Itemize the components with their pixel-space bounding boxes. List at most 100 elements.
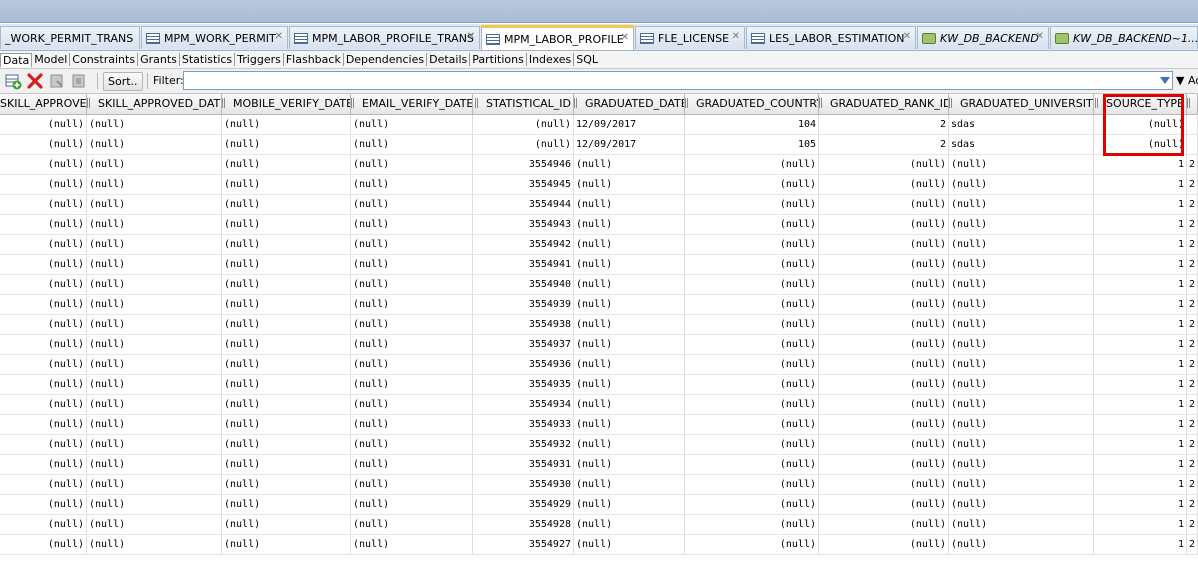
table-cell[interactable]: 3554927 — [473, 535, 574, 554]
table-cell[interactable]: (null) — [0, 135, 87, 154]
table-cell[interactable]: 2 — [1187, 335, 1198, 354]
table-cell[interactable]: (null) — [0, 375, 87, 394]
table-cell[interactable]: (null) — [222, 395, 351, 414]
table-cell[interactable]: 1 — [1094, 335, 1187, 354]
subtab-triggers[interactable]: Triggers — [235, 53, 284, 66]
table-cell[interactable]: (null) — [819, 235, 949, 254]
table-cell[interactable]: (null) — [222, 355, 351, 374]
table-cell[interactable]: (null) — [222, 375, 351, 394]
table-cell[interactable]: (null) — [1094, 135, 1187, 154]
table-cell[interactable]: (null) — [574, 175, 685, 194]
table-cell[interactable]: (null) — [574, 275, 685, 294]
table-cell[interactable]: 2 — [1187, 295, 1198, 314]
table-cell[interactable]: (null) — [574, 255, 685, 274]
table-row[interactable]: (null) (null) (null) (null) 3554940 (null) (nu… — [0, 275, 1198, 295]
table-cell[interactable]: (null) — [819, 415, 949, 434]
column-header[interactable] — [1187, 94, 1198, 114]
table-cell[interactable]: (null) — [87, 435, 222, 454]
table-row[interactable]: (null) (null) (null) (null) 3554929 (null) (nu… — [0, 495, 1198, 515]
table-row[interactable]: (null) (null) (null) (null) 3554936 (null) (nu… — [0, 355, 1198, 375]
table-cell[interactable]: 104 — [685, 115, 819, 134]
table-cell[interactable]: 3554929 — [473, 495, 574, 514]
table-cell[interactable]: (null) — [574, 475, 685, 494]
column-header[interactable]: MOBILE_VERIFY_DATE — [222, 94, 351, 114]
table-cell[interactable]: (null) — [351, 195, 473, 214]
table-cell[interactable]: 2 — [1187, 395, 1198, 414]
table-cell[interactable]: (null) — [87, 235, 222, 254]
table-cell[interactable]: (null) — [574, 295, 685, 314]
table-cell[interactable]: (null) — [0, 435, 87, 454]
table-cell[interactable]: (null) — [685, 255, 819, 274]
table-cell[interactable]: 3554943 — [473, 215, 574, 234]
table-cell[interactable]: (null) — [949, 215, 1094, 234]
table-cell[interactable]: (null) — [574, 335, 685, 354]
table-cell[interactable]: (null) — [222, 535, 351, 554]
table-cell[interactable]: (null) — [685, 455, 819, 474]
table-cell[interactable]: (null) — [949, 155, 1094, 174]
table-cell[interactable]: (null) — [351, 135, 473, 154]
table-cell[interactable]: 3554942 — [473, 235, 574, 254]
subtab-sql[interactable]: SQL — [574, 53, 600, 66]
table-row[interactable]: (null) (null) (null) (null) 3554933 (null) (nu… — [0, 415, 1198, 435]
table-cell[interactable]: (null) — [0, 455, 87, 474]
table-cell[interactable]: 2 — [1187, 235, 1198, 254]
table-cell[interactable]: (null) — [351, 395, 473, 414]
table-cell[interactable]: (null) — [351, 435, 473, 454]
table-cell[interactable]: (null) — [574, 435, 685, 454]
table-cell[interactable]: 1 — [1094, 315, 1187, 334]
table-cell[interactable]: 1 — [1094, 415, 1187, 434]
table-cell[interactable]: (null) — [1094, 115, 1187, 134]
table-cell[interactable]: 2 — [1187, 175, 1198, 194]
table-cell[interactable]: (null) — [473, 135, 574, 154]
table-cell[interactable]: (null) — [222, 195, 351, 214]
table-cell[interactable]: 1 — [1094, 175, 1187, 194]
table-cell[interactable]: 1 — [1094, 535, 1187, 554]
table-cell[interactable]: (null) — [949, 195, 1094, 214]
table-cell[interactable]: (null) — [222, 155, 351, 174]
table-cell[interactable]: (null) — [949, 275, 1094, 294]
table-cell[interactable]: (null) — [949, 535, 1094, 554]
table-cell[interactable]: (null) — [351, 175, 473, 194]
table-cell[interactable]: 2 — [1187, 215, 1198, 234]
table-row[interactable]: (null) (null) (null) (null) 3554928 (null) (nu… — [0, 515, 1198, 535]
table-row[interactable]: (null) (null) (null) (null) 3554941 (null) (nu… — [0, 255, 1198, 275]
table-cell[interactable]: (null) — [0, 495, 87, 514]
table-cell[interactable]: (null) — [222, 275, 351, 294]
table-row[interactable]: (null) (null) (null) (null) 3554937 (null) (nu… — [0, 335, 1198, 355]
table-cell[interactable]: 2 — [819, 135, 949, 154]
table-row[interactable]: (null) (null) (null) (null) 3554934 (null) (nu… — [0, 395, 1198, 415]
close-icon[interactable]: ✕ — [1036, 31, 1044, 42]
table-cell[interactable]: (null) — [351, 255, 473, 274]
table-cell[interactable]: 3554935 — [473, 375, 574, 394]
table-cell[interactable]: (null) — [0, 475, 87, 494]
table-cell[interactable]: 1 — [1094, 295, 1187, 314]
table-cell[interactable]: (null) — [685, 515, 819, 534]
table-cell[interactable]: 2 — [1187, 435, 1198, 454]
table-cell[interactable]: (null) — [351, 355, 473, 374]
table-cell[interactable]: (null) — [685, 215, 819, 234]
table-cell[interactable]: (null) — [819, 175, 949, 194]
table-cell[interactable]: (null) — [351, 415, 473, 434]
table-cell[interactable]: 3554936 — [473, 355, 574, 374]
delete-row-icon[interactable] — [26, 72, 44, 90]
table-cell[interactable]: 3554940 — [473, 275, 574, 294]
table-cell[interactable]: (null) — [574, 215, 685, 234]
table-cell[interactable]: (null) — [0, 415, 87, 434]
table-cell[interactable]: (null) — [949, 415, 1094, 434]
table-row[interactable]: (null) (null) (null) (null) 3554931 (null) (nu… — [0, 455, 1198, 475]
table-cell[interactable]: (null) — [87, 135, 222, 154]
table-cell[interactable]: (null) — [574, 455, 685, 474]
table-cell[interactable]: (null) — [222, 515, 351, 534]
table-cell[interactable]: (null) — [685, 195, 819, 214]
subtab-constraints[interactable]: Constraints — [70, 53, 139, 66]
subtab-details[interactable]: Details — [427, 53, 471, 66]
table-cell[interactable]: (null) — [574, 415, 685, 434]
table-cell[interactable]: 2 — [1187, 535, 1198, 554]
table-row[interactable]: (null) (null) (null) (null) 3554945 (null) (nu… — [0, 175, 1198, 195]
table-cell[interactable]: (null) — [222, 115, 351, 134]
actions-menu[interactable]: ▼ Ac — [1176, 74, 1198, 87]
table-row[interactable]: (null) (null) (null) (null) 3554946 (null) (nu… — [0, 155, 1198, 175]
table-cell[interactable]: (null) — [87, 455, 222, 474]
table-cell[interactable]: (null) — [87, 315, 222, 334]
table-cell[interactable] — [1187, 115, 1198, 134]
